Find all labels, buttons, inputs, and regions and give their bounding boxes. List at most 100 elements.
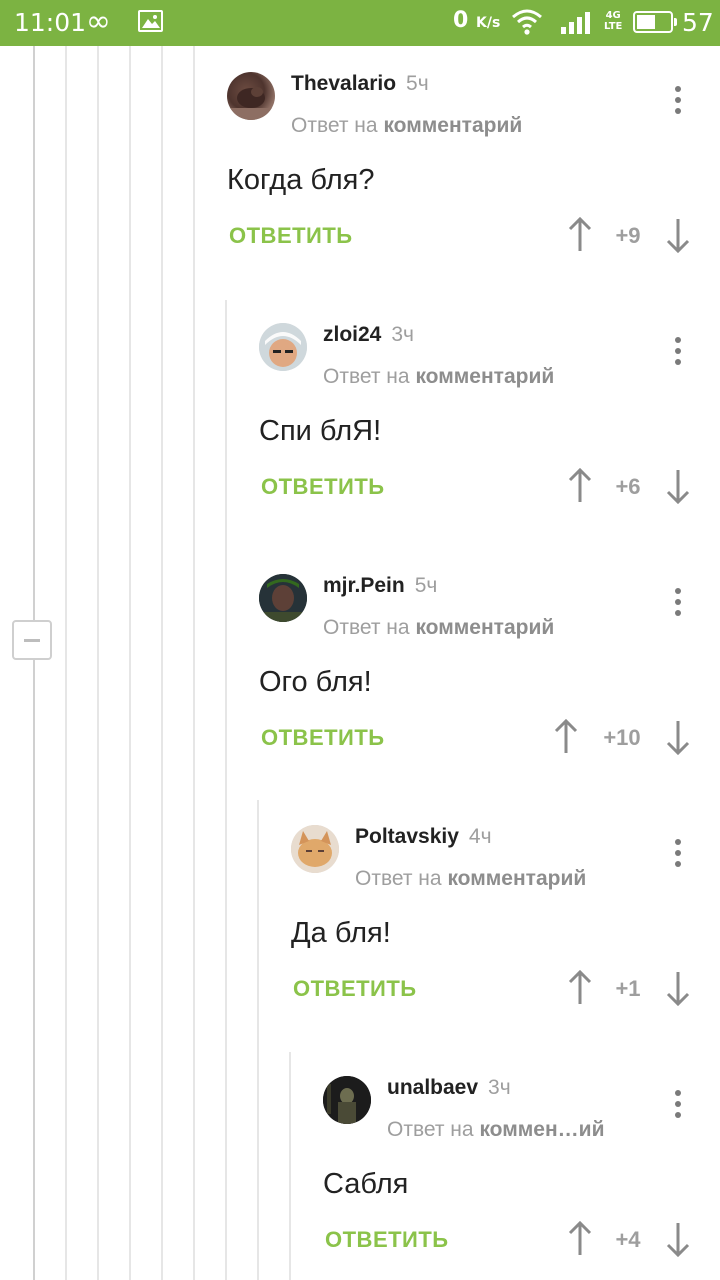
- more-vertical-icon[interactable]: [673, 586, 683, 618]
- comment: mjr.Pein 5ч Ответ на комментарий Ого бля!…: [259, 574, 720, 764]
- more-vertical-icon[interactable]: [673, 837, 683, 869]
- reply-button[interactable]: ОТВЕТИТЬ: [261, 474, 385, 500]
- comment-text: Сабля: [323, 1168, 409, 1200]
- reply-button[interactable]: ОТВЕТИТЬ: [229, 223, 353, 249]
- comment-author[interactable]: unalbaev 3ч: [387, 1076, 511, 1100]
- arrow-down-icon[interactable]: [665, 719, 691, 755]
- arrow-up-icon[interactable]: [567, 1221, 593, 1257]
- reply-to-label: Ответ на комментарий: [291, 114, 522, 138]
- vote-controls: +1: [567, 970, 692, 1006]
- thread-line: [225, 300, 227, 1280]
- thread-line: [65, 46, 67, 1280]
- arrow-down-icon[interactable]: [665, 217, 691, 253]
- thread-line: [257, 800, 259, 1280]
- infinity-icon: ∞: [86, 4, 111, 39]
- reply-to-label: Ответ на комментарий: [323, 616, 554, 640]
- comment-author[interactable]: Poltavskiy 4ч: [355, 825, 492, 849]
- comment-time: 3ч: [391, 323, 414, 346]
- author-name[interactable]: mjr.Pein: [323, 574, 405, 597]
- network-type: 4G LTE: [604, 10, 622, 32]
- reply-to-label: Ответ на комментарий: [323, 365, 554, 389]
- status-bar: 11:01 ∞ 0 K/s 4G LTE 57: [0, 0, 720, 46]
- avatar[interactable]: [259, 323, 307, 371]
- speed-unit: K/s: [475, 15, 501, 31]
- comment: Poltavskiy 4ч Ответ на комментарий Да бля…: [291, 825, 720, 1015]
- comment-text: Спи блЯ!: [259, 415, 382, 447]
- comment-score: +1: [615, 976, 641, 1001]
- arrow-up-icon[interactable]: [567, 970, 593, 1006]
- arrow-down-icon[interactable]: [665, 970, 691, 1006]
- reply-to-link[interactable]: комментарий: [415, 616, 554, 639]
- author-name[interactable]: unalbaev: [387, 1076, 478, 1099]
- comment-time: 5ч: [414, 574, 438, 597]
- arrow-up-icon[interactable]: [553, 719, 579, 755]
- battery-fill: [637, 15, 655, 29]
- speed-value: 0: [453, 8, 469, 33]
- thread-line: [97, 46, 99, 1280]
- reply-to-prefix: Ответ на: [387, 1118, 474, 1141]
- avatar[interactable]: [291, 825, 339, 873]
- battery-percent: 57: [682, 8, 714, 37]
- reply-to-link[interactable]: комментарий: [447, 867, 586, 890]
- author-name[interactable]: Thevalario: [291, 72, 396, 95]
- vote-controls: +6: [567, 468, 692, 504]
- reply-to-link[interactable]: комментарий: [415, 365, 554, 388]
- signal-icon: [560, 8, 598, 41]
- vote-controls: +4: [567, 1221, 692, 1257]
- comment-score: +4: [615, 1227, 641, 1252]
- arrow-up-icon[interactable]: [567, 468, 593, 504]
- reply-to-prefix: Ответ на: [323, 365, 410, 388]
- comment-text: Да бля!: [291, 917, 391, 949]
- thread-line: [161, 46, 163, 1280]
- reply-button[interactable]: ОТВЕТИТЬ: [325, 1227, 449, 1253]
- comment-text: Когда бля?: [227, 164, 375, 196]
- comment-author[interactable]: Thevalario 5ч: [291, 72, 429, 96]
- image-notification-icon: [138, 10, 163, 32]
- author-name[interactable]: zloi24: [323, 323, 381, 346]
- network-type-top: 4G: [605, 10, 621, 21]
- thread-line: [33, 46, 35, 1280]
- reply-to-prefix: Ответ на: [355, 867, 442, 890]
- thread-line: [289, 1052, 291, 1280]
- thread-line: [193, 46, 195, 1280]
- more-vertical-icon[interactable]: [673, 84, 683, 116]
- reply-button[interactable]: ОТВЕТИТЬ: [261, 725, 385, 751]
- network-type-bottom: LTE: [604, 21, 623, 32]
- comment-author[interactable]: mjr.Pein 5ч: [323, 574, 437, 598]
- avatar[interactable]: [259, 574, 307, 622]
- wifi-icon: [511, 8, 543, 41]
- comment-time: 3ч: [488, 1076, 511, 1099]
- thread-line: [129, 46, 131, 1280]
- reply-to-link[interactable]: комментарий: [383, 114, 522, 137]
- reply-to-prefix: Ответ на: [323, 616, 410, 639]
- author-name[interactable]: Poltavskiy: [355, 825, 459, 848]
- collapse-minus-icon[interactable]: [12, 620, 52, 660]
- comment-text: Ого бля!: [259, 666, 372, 698]
- battery-icon: [633, 11, 677, 33]
- status-time: 11:01: [14, 8, 87, 37]
- comment-score: +10: [603, 725, 641, 750]
- vote-controls: +10: [553, 719, 693, 755]
- reply-to-label: Ответ на коммен…ий: [387, 1118, 604, 1142]
- comment-time: 5ч: [406, 72, 429, 95]
- arrow-down-icon[interactable]: [665, 468, 691, 504]
- comment-author[interactable]: zloi24 3ч: [323, 323, 414, 347]
- reply-to-link[interactable]: коммен…ий: [479, 1118, 604, 1141]
- comment: unalbaev 3ч Ответ на коммен…ий Сабля ОТВЕ…: [323, 1076, 720, 1266]
- reply-to-label: Ответ на комментарий: [355, 867, 586, 891]
- comment: zloi24 3ч Ответ на комментарий Спи блЯ! О…: [259, 323, 720, 513]
- comment: Thevalario 5ч Ответ на комментарий Когда …: [227, 72, 720, 262]
- arrow-up-icon[interactable]: [567, 217, 593, 253]
- arrow-down-icon[interactable]: [665, 1221, 691, 1257]
- more-vertical-icon[interactable]: [673, 335, 683, 367]
- comment-score: +9: [615, 223, 641, 248]
- reply-to-prefix: Ответ на: [291, 114, 378, 137]
- comment-time: 4ч: [468, 825, 492, 848]
- vote-controls: +9: [567, 217, 692, 253]
- avatar[interactable]: [227, 72, 275, 120]
- reply-button[interactable]: ОТВЕТИТЬ: [293, 976, 417, 1002]
- network-speed: 0 K/s: [453, 8, 500, 33]
- avatar[interactable]: [323, 1076, 371, 1124]
- more-vertical-icon[interactable]: [673, 1088, 683, 1120]
- comment-score: +6: [615, 474, 641, 499]
